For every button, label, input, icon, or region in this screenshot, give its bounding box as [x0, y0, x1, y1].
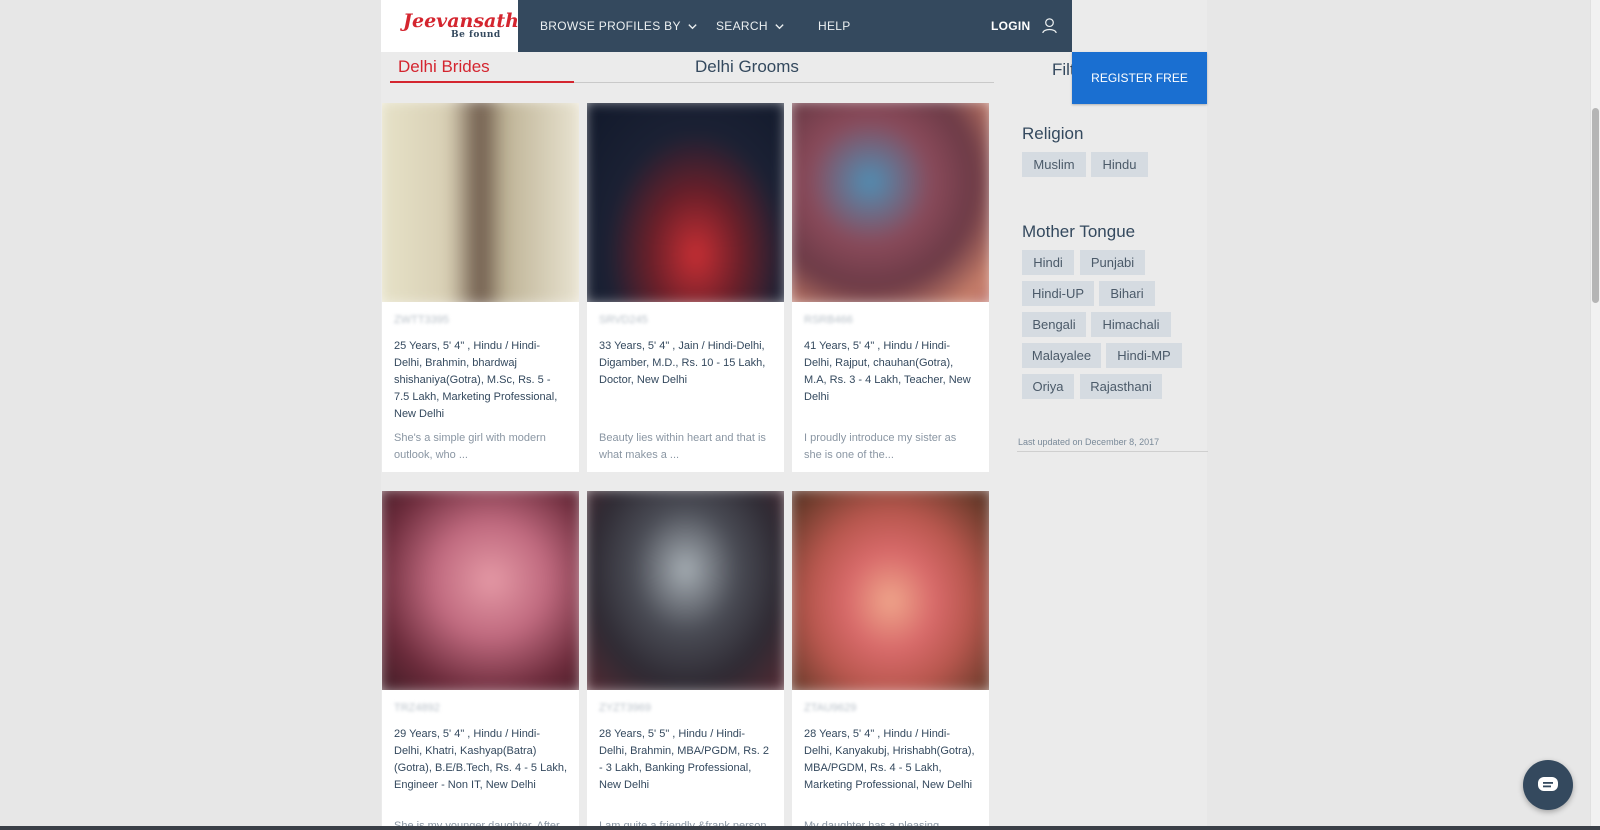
profile-details: 28 Years, 5' 4" , Hindu / Hindi-Delhi, K… [804, 728, 975, 791]
register-free-button[interactable]: REGISTER FREE [1072, 52, 1207, 104]
tongue-chip-rajasthani[interactable]: Rajasthani [1080, 374, 1162, 399]
nav-search[interactable]: SEARCH [716, 19, 785, 33]
profile-id[interactable]: ZYZT3969 [599, 702, 772, 716]
login-label: LOGIN [991, 18, 1031, 33]
nav-help-label: HELP [818, 19, 851, 33]
profile-card[interactable]: ZWTT3395 25 Years, 5' 4" , Hindu / Hindi… [382, 103, 579, 472]
tongue-chip-hindi-mp[interactable]: Hindi-MP [1106, 343, 1182, 368]
nav-browse-profiles[interactable]: BROWSE PROFILES BY [540, 19, 698, 33]
tab-delhi-grooms[interactable]: Delhi Grooms [695, 57, 799, 77]
bottom-edge [0, 826, 1600, 830]
last-updated-text: Last updated on December 8, 2017 [1018, 437, 1160, 447]
profile-photo[interactable] [587, 103, 784, 302]
profile-id[interactable]: SRVD245 [599, 314, 772, 328]
top-navbar: BROWSE PROFILES BY SEARCH HELP LOGIN [518, 0, 1072, 52]
profile-about: Beauty lies within heart and that is wha… [599, 432, 766, 461]
religion-chip-hindu[interactable]: Hindu [1091, 152, 1148, 177]
logo-tagline: Be found [451, 30, 501, 40]
logo-wordmark: Jeevansathi [403, 10, 527, 32]
active-tab-indicator [390, 81, 574, 83]
profile-id[interactable]: RSRB466 [804, 314, 977, 328]
profile-card[interactable]: RSRB466 41 Years, 5' 4" , Hindu / Hindi-… [792, 103, 989, 472]
tongue-chip-oriya[interactable]: Oriya [1022, 374, 1074, 399]
profile-details: 28 Years, 5' 5" , Hindu / Hindi-Delhi, B… [599, 728, 769, 791]
nav-search-label: SEARCH [716, 19, 768, 33]
divider [1017, 451, 1208, 452]
mother-tongue-heading: Mother Tongue [1022, 222, 1136, 241]
profile-card[interactable]: SRVD245 33 Years, 5' 4" , Jain / Hindi-D… [587, 103, 784, 472]
profile-details: 33 Years, 5' 4" , Jain / Hindi-Delhi, Di… [599, 340, 766, 386]
tongue-chip-himachali[interactable]: Himachali [1091, 312, 1171, 337]
chevron-down-icon [775, 23, 784, 29]
tab-delhi-brides[interactable]: Delhi Brides [398, 57, 490, 77]
religion-heading: Religion [1022, 124, 1084, 143]
profile-id[interactable]: ZWTT3395 [394, 314, 567, 328]
tongue-chip-hindi[interactable]: Hindi [1022, 250, 1074, 275]
profile-card[interactable]: TRZ4892 29 Years, 5' 4" , Hindu / Hindi-… [382, 491, 579, 830]
login-button[interactable]: LOGIN [991, 17, 1058, 34]
profile-id[interactable]: TRZ4892 [394, 702, 567, 716]
nav-browse-label: BROWSE PROFILES BY [540, 19, 681, 33]
profile-id[interactable]: ZTAU9629 [804, 702, 977, 716]
profile-details: 25 Years, 5' 4" , Hindu / Hindi-Delhi, B… [394, 340, 558, 420]
tongue-chip-bengali[interactable]: Bengali [1022, 312, 1086, 337]
tongue-chip-bihari[interactable]: Bihari [1099, 281, 1155, 306]
tongue-chip-hindi-up[interactable]: Hindi-UP [1022, 281, 1094, 306]
profile-photo[interactable] [792, 103, 989, 302]
profile-card[interactable]: ZTAU9629 28 Years, 5' 4" , Hindu / Hindi… [792, 491, 989, 830]
tongue-chip-malayalee[interactable]: Malayalee [1022, 343, 1101, 368]
chat-icon [1538, 777, 1558, 791]
chevron-down-icon [688, 23, 697, 29]
profile-photo[interactable] [792, 491, 989, 690]
profile-photo[interactable] [382, 103, 579, 302]
profile-photo[interactable] [587, 491, 784, 690]
profile-details: 29 Years, 5' 4" , Hindu / Hindi-Delhi, K… [394, 728, 568, 791]
chat-button[interactable] [1523, 760, 1573, 810]
profile-details: 41 Years, 5' 4" , Hindu / Hindi-Delhi, R… [804, 340, 971, 403]
logo[interactable]: Jeevansathi Be found [381, 0, 526, 52]
profile-photo[interactable] [382, 491, 579, 690]
religion-chip-muslim[interactable]: Muslim [1022, 152, 1086, 177]
profile-about: I proudly introduce my sister as she is … [804, 432, 957, 461]
profile-card[interactable]: ZYZT3969 28 Years, 5' 5" , Hindu / Hindi… [587, 491, 784, 830]
nav-help[interactable]: HELP [818, 19, 851, 33]
tongue-chip-punjabi[interactable]: Punjabi [1080, 250, 1145, 275]
scrollbar-thumb[interactable] [1592, 108, 1599, 303]
profile-about: She's a simple girl with modern outlook,… [394, 432, 546, 461]
tab-divider [574, 82, 994, 83]
user-icon [1041, 18, 1057, 34]
